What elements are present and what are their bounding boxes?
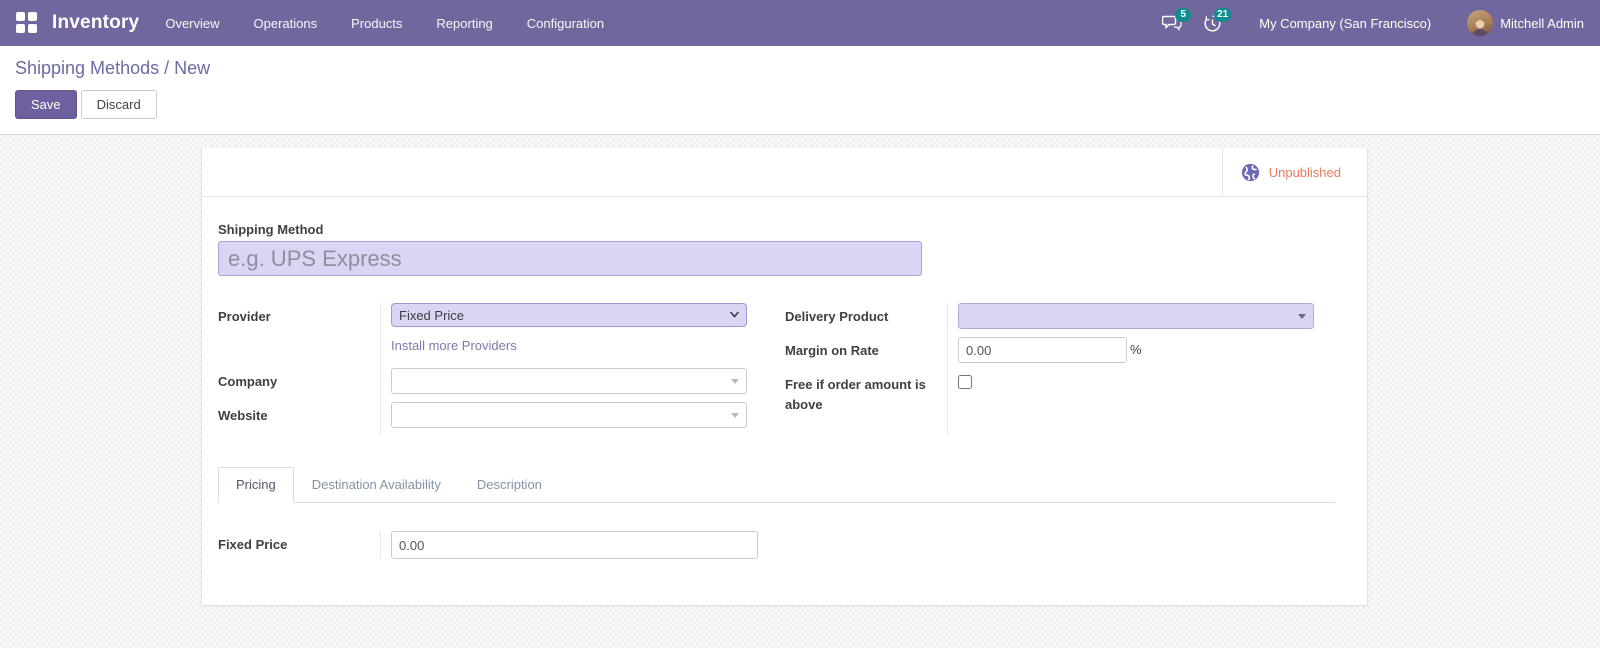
notebook-tabs: Pricing Destination Availability Descrip…	[218, 466, 1335, 503]
top-navbar: Inventory Overview Operations Products R…	[0, 0, 1600, 46]
free-if-above-checkbox[interactable]	[958, 375, 972, 389]
app-title[interactable]: Inventory	[52, 12, 139, 34]
company-switcher[interactable]: My Company (San Francisco)	[1259, 16, 1431, 31]
save-button[interactable]: Save	[15, 90, 77, 119]
website-publish-toggle[interactable]: Unpublished	[1222, 148, 1367, 196]
margin-on-rate-row: Margin on Rate %	[785, 337, 1314, 363]
publish-status-label: Unpublished	[1269, 165, 1341, 180]
user-menu[interactable]: Mitchell Admin	[1467, 10, 1584, 36]
company-label: Company	[218, 368, 380, 394]
company-input[interactable]	[391, 368, 747, 394]
shipping-method-name-block: Shipping Method	[218, 222, 1351, 276]
delivery-product-label: Delivery Product	[785, 303, 947, 329]
install-more-providers-link[interactable]: Install more Providers	[391, 338, 517, 353]
margin-on-rate-label: Margin on Rate	[785, 337, 947, 363]
tab-description[interactable]: Description	[459, 467, 560, 503]
left-field-group: Provider Fixed Price	[218, 303, 747, 436]
free-if-above-row: Free if order amount is above	[785, 371, 1314, 414]
fixed-price-label: Fixed Price	[218, 531, 380, 559]
delivery-product-input[interactable]	[958, 303, 1314, 329]
provider-row: Provider Fixed Price	[218, 303, 747, 327]
main-menu: Overview Operations Products Reporting C…	[165, 16, 604, 31]
messages-button[interactable]: 5	[1157, 8, 1187, 38]
menu-products[interactable]: Products	[351, 16, 402, 31]
action-buttons: Save Discard	[15, 90, 1585, 119]
form-status-bar: Unpublished	[202, 148, 1367, 197]
breadcrumb: Shipping Methods / New	[15, 58, 1585, 79]
company-row: Company	[218, 368, 747, 394]
tab-destination-availability[interactable]: Destination Availability	[294, 467, 459, 503]
pricing-tab-pane: Fixed Price	[218, 503, 1351, 559]
provider-label: Provider	[218, 303, 380, 327]
margin-on-rate-input[interactable]	[958, 337, 1127, 363]
website-label: Website	[218, 402, 380, 428]
percent-suffix: %	[1130, 337, 1142, 357]
field-groups: Provider Fixed Price	[218, 303, 1351, 436]
right-field-group: Delivery Product Margin on Rate %	[785, 303, 1314, 436]
pricing-field-group: Fixed Price	[218, 531, 747, 559]
navbar-right: 5 21 My Company (San Francisco) Mitchell…	[1157, 8, 1584, 38]
shipping-method-label: Shipping Method	[218, 222, 1351, 237]
user-avatar	[1467, 10, 1493, 36]
apps-grid-icon[interactable]	[16, 12, 38, 34]
install-providers-row: Install more Providers	[218, 335, 747, 360]
free-if-above-label: Free if order amount is above	[785, 371, 947, 414]
delivery-product-row: Delivery Product	[785, 303, 1314, 329]
user-name: Mitchell Admin	[1500, 16, 1584, 31]
menu-overview[interactable]: Overview	[165, 16, 219, 31]
shipping-method-input[interactable]	[218, 241, 922, 276]
control-panel: Shipping Methods / New Save Discard	[0, 46, 1600, 135]
form-view-background: Unpublished Shipping Method Provider	[0, 135, 1600, 648]
form-sheet: Shipping Method Provider Fixed Price	[202, 197, 1367, 559]
discard-button[interactable]: Discard	[81, 90, 157, 119]
menu-configuration[interactable]: Configuration	[527, 16, 604, 31]
breadcrumb-shipping-methods[interactable]: Shipping Methods	[15, 58, 159, 78]
breadcrumb-separator: /	[159, 58, 174, 78]
activities-badge: 21	[1214, 8, 1231, 22]
tab-pricing[interactable]: Pricing	[218, 467, 294, 503]
website-input[interactable]	[391, 402, 747, 428]
messages-badge: 5	[1175, 8, 1191, 22]
shipping-method-form-card: Unpublished Shipping Method Provider	[201, 148, 1368, 606]
globe-icon	[1241, 163, 1260, 182]
menu-operations[interactable]: Operations	[254, 16, 318, 31]
activities-button[interactable]: 21	[1197, 8, 1227, 38]
website-row: Website	[218, 402, 747, 428]
breadcrumb-current: New	[174, 58, 210, 78]
provider-select[interactable]: Fixed Price	[391, 303, 747, 327]
menu-reporting[interactable]: Reporting	[436, 16, 492, 31]
fixed-price-row: Fixed Price	[218, 531, 747, 559]
fixed-price-input[interactable]	[391, 531, 758, 559]
